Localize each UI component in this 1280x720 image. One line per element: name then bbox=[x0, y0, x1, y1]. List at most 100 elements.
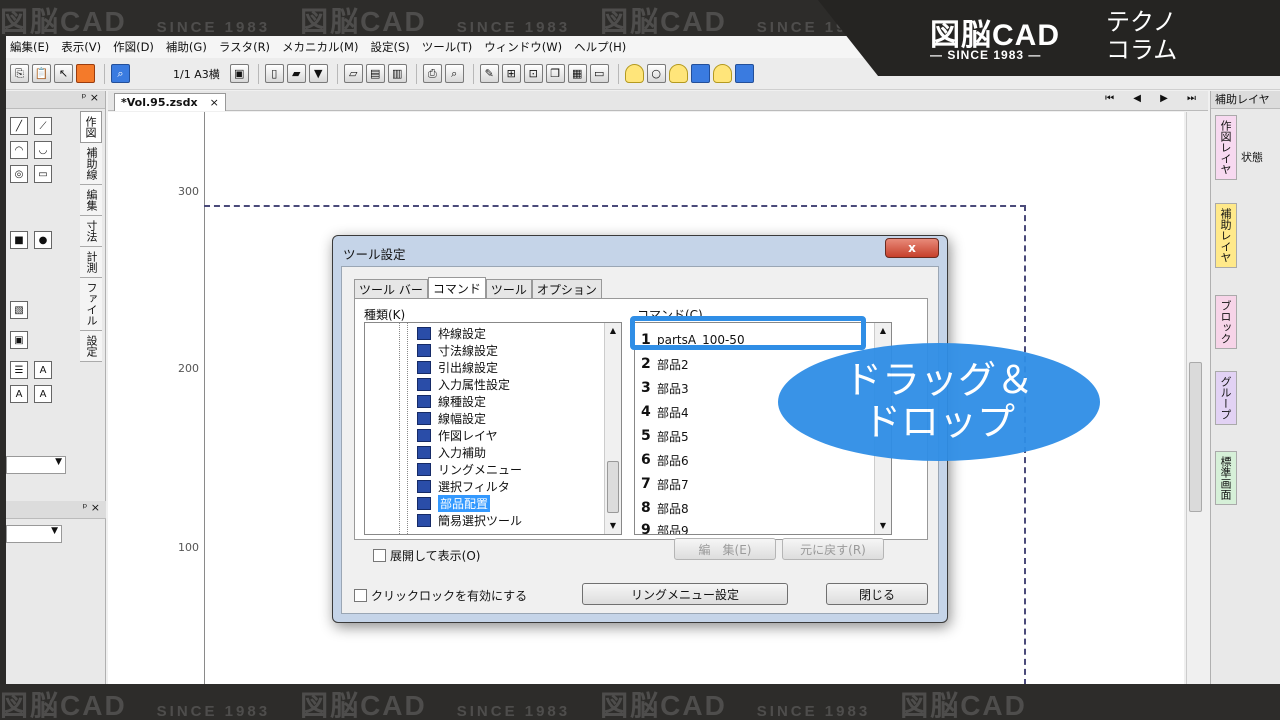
menu-tools[interactable]: ツール(T) bbox=[418, 39, 481, 55]
print-preview-icon[interactable]: ⌕ bbox=[444, 64, 464, 83]
import-icon[interactable]: ▼ bbox=[308, 64, 328, 83]
scroll-down-icon[interactable]: ▼ bbox=[605, 518, 621, 534]
tree-item[interactable]: 枠線設定 bbox=[417, 325, 486, 342]
new-file-icon[interactable]: ▯ bbox=[264, 64, 284, 83]
polyline-tool-icon[interactable]: ⟋ bbox=[34, 117, 52, 135]
tree-item[interactable]: 簡易選択ツール bbox=[417, 512, 522, 529]
tab-tool[interactable]: ツール bbox=[485, 279, 532, 299]
tree-item[interactable]: 引出線設定 bbox=[417, 359, 498, 376]
tab-measure[interactable]: 計測 bbox=[80, 247, 102, 278]
tab-file[interactable]: ファイル bbox=[80, 278, 102, 331]
fill-tool-icon[interactable]: ■ bbox=[10, 231, 28, 249]
circle-tool-icon[interactable]: ◎ bbox=[10, 165, 28, 183]
zoom-icon[interactable]: ⌕ bbox=[111, 64, 130, 83]
tree-item[interactable]: 入力属性設定 bbox=[417, 376, 510, 393]
tab-settings[interactable]: 設定 bbox=[80, 331, 102, 362]
tree-item[interactable]: 選択フィルタ bbox=[417, 478, 510, 495]
command-item[interactable]: 5 部品5 bbox=[641, 425, 689, 447]
point-tool-icon[interactable]: ● bbox=[34, 231, 52, 249]
tree-item[interactable]: 線種設定 bbox=[417, 393, 486, 410]
save-as-icon[interactable]: ▥ bbox=[387, 64, 407, 83]
tree-item-selected[interactable]: 部品配置 bbox=[417, 495, 491, 512]
tab-standard-screen[interactable]: 標準画面 bbox=[1215, 451, 1237, 505]
tab-group[interactable]: グループ bbox=[1215, 371, 1237, 425]
command-item[interactable]: 7 部品7 bbox=[641, 473, 689, 495]
curve-tool-icon[interactable]: ◡ bbox=[34, 141, 52, 159]
text-edit-icon[interactable]: A bbox=[34, 385, 52, 403]
measure-icon[interactable]: ✎ bbox=[479, 64, 499, 83]
lock-icon[interactable] bbox=[668, 64, 688, 83]
text-tool-icon[interactable]: A bbox=[34, 361, 52, 379]
left-combo-2[interactable]: ▼ bbox=[6, 525, 62, 543]
left-panel-header[interactable]: ᵖ × bbox=[6, 91, 105, 109]
dialog-close-button[interactable]: x bbox=[885, 238, 939, 258]
scrollbar-thumb[interactable] bbox=[1189, 362, 1202, 512]
image-tool-icon[interactable]: ▣ bbox=[10, 331, 28, 349]
scroll-up-icon[interactable]: ▲ bbox=[605, 323, 621, 339]
left-combo[interactable]: ▼ bbox=[6, 456, 66, 474]
category-tree[interactable]: 枠線設定 寸法線設定 引出線設定 入力属性設定 線種設定 線幅設定 作図レイヤ … bbox=[364, 322, 622, 535]
menu-edit[interactable]: 編集(E) bbox=[6, 39, 57, 55]
tab-nav-arrows[interactable]: ⏮ ◀ ▶ ⏭ bbox=[1105, 93, 1204, 104]
checkbox-box[interactable] bbox=[373, 549, 386, 562]
copy-icon[interactable]: ⎘ bbox=[10, 64, 29, 83]
tab-draw-layer[interactable]: 作図レイヤ bbox=[1215, 115, 1237, 180]
command-item[interactable]: 8 部品8 bbox=[641, 497, 689, 519]
close-icon[interactable]: × bbox=[210, 96, 219, 109]
tree-item[interactable]: 作図レイヤ bbox=[417, 427, 498, 444]
canvas-vertical-scrollbar[interactable] bbox=[1186, 112, 1204, 684]
table-tool-icon[interactable]: ☰ bbox=[10, 361, 28, 379]
property-icon[interactable]: ▭ bbox=[589, 64, 609, 83]
tab-draw[interactable]: 作図 bbox=[80, 111, 102, 143]
tree-scrollbar[interactable]: ▲ ▼ bbox=[604, 323, 621, 534]
menu-settings[interactable]: 設定(S) bbox=[366, 39, 417, 55]
edit-button[interactable]: 編 集(E) bbox=[674, 538, 776, 560]
expand-checkbox[interactable]: 展開して表示(O) bbox=[373, 547, 480, 564]
checkbox-box[interactable] bbox=[354, 589, 367, 602]
tab-command[interactable]: コマンド bbox=[427, 277, 486, 299]
command-item[interactable]: 2 部品2 bbox=[641, 353, 689, 375]
arc-tool-icon[interactable]: ◠ bbox=[10, 141, 28, 159]
line-tool-icon[interactable]: ╱ bbox=[10, 117, 28, 135]
tab-option[interactable]: オプション bbox=[531, 279, 602, 299]
lightbulb-small-icon[interactable] bbox=[712, 64, 732, 83]
ring-menu-settings-button[interactable]: リングメニュー設定 bbox=[582, 583, 788, 605]
tab-aux-layer[interactable]: 補助レイヤ bbox=[1215, 203, 1237, 268]
document-tab[interactable]: *Vol.95.zsdx × bbox=[114, 93, 226, 111]
display-icon[interactable]: ▣ bbox=[229, 64, 249, 83]
unlock-icon[interactable] bbox=[690, 64, 710, 83]
save-icon[interactable]: ▤ bbox=[365, 64, 385, 83]
menu-help[interactable]: ヘルプ(H) bbox=[570, 39, 634, 55]
open-folder-icon[interactable]: ▰ bbox=[286, 64, 306, 83]
tab-toolbar[interactable]: ツール バー bbox=[354, 279, 428, 299]
lightbulb-off-icon[interactable]: ○ bbox=[646, 64, 666, 83]
tree-item[interactable]: 線幅設定 bbox=[417, 410, 486, 427]
text-style-icon[interactable]: A bbox=[10, 385, 28, 403]
snap-point-icon[interactable]: ⊞ bbox=[501, 64, 521, 83]
grid-icon[interactable]: ⊡ bbox=[523, 64, 543, 83]
tab-edit[interactable]: 編集 bbox=[80, 185, 102, 216]
print-icon[interactable]: ⎙ bbox=[422, 64, 442, 83]
left-panel-header-2[interactable]: ᵖ × bbox=[6, 501, 106, 519]
tab-aux-line[interactable]: 補助線 bbox=[80, 143, 102, 185]
command-item[interactable]: 3 部品3 bbox=[641, 377, 689, 399]
rectangle-tool-icon[interactable]: ▭ bbox=[34, 165, 52, 183]
select-arrow-icon[interactable]: ↖ bbox=[54, 64, 73, 83]
menu-window[interactable]: ウィンドウ(W) bbox=[480, 39, 570, 55]
revert-button[interactable]: 元に戻す(R) bbox=[782, 538, 884, 560]
tab-block[interactable]: ブロック bbox=[1215, 295, 1237, 349]
tree-item[interactable]: 寸法線設定 bbox=[417, 342, 498, 359]
menu-raster[interactable]: ラスタ(R) bbox=[215, 39, 278, 55]
menu-assist[interactable]: 補助(G) bbox=[162, 39, 215, 55]
menu-draw[interactable]: 作図(D) bbox=[109, 39, 162, 55]
scrollbar-thumb[interactable] bbox=[607, 461, 619, 513]
scroll-up-icon[interactable]: ▲ bbox=[875, 323, 891, 339]
layer-icon[interactable]: ▦ bbox=[567, 64, 587, 83]
close-button[interactable]: 閉じる bbox=[826, 583, 928, 605]
hatch-tool-icon[interactable]: ▧ bbox=[10, 301, 28, 319]
window-icon[interactable]: ❐ bbox=[545, 64, 565, 83]
command-item[interactable]: 4 部品4 bbox=[641, 401, 689, 423]
tree-item[interactable]: リングメニュー bbox=[417, 461, 522, 478]
unlock-small-icon[interactable] bbox=[734, 64, 754, 83]
tab-dimension[interactable]: 寸法 bbox=[80, 216, 102, 247]
